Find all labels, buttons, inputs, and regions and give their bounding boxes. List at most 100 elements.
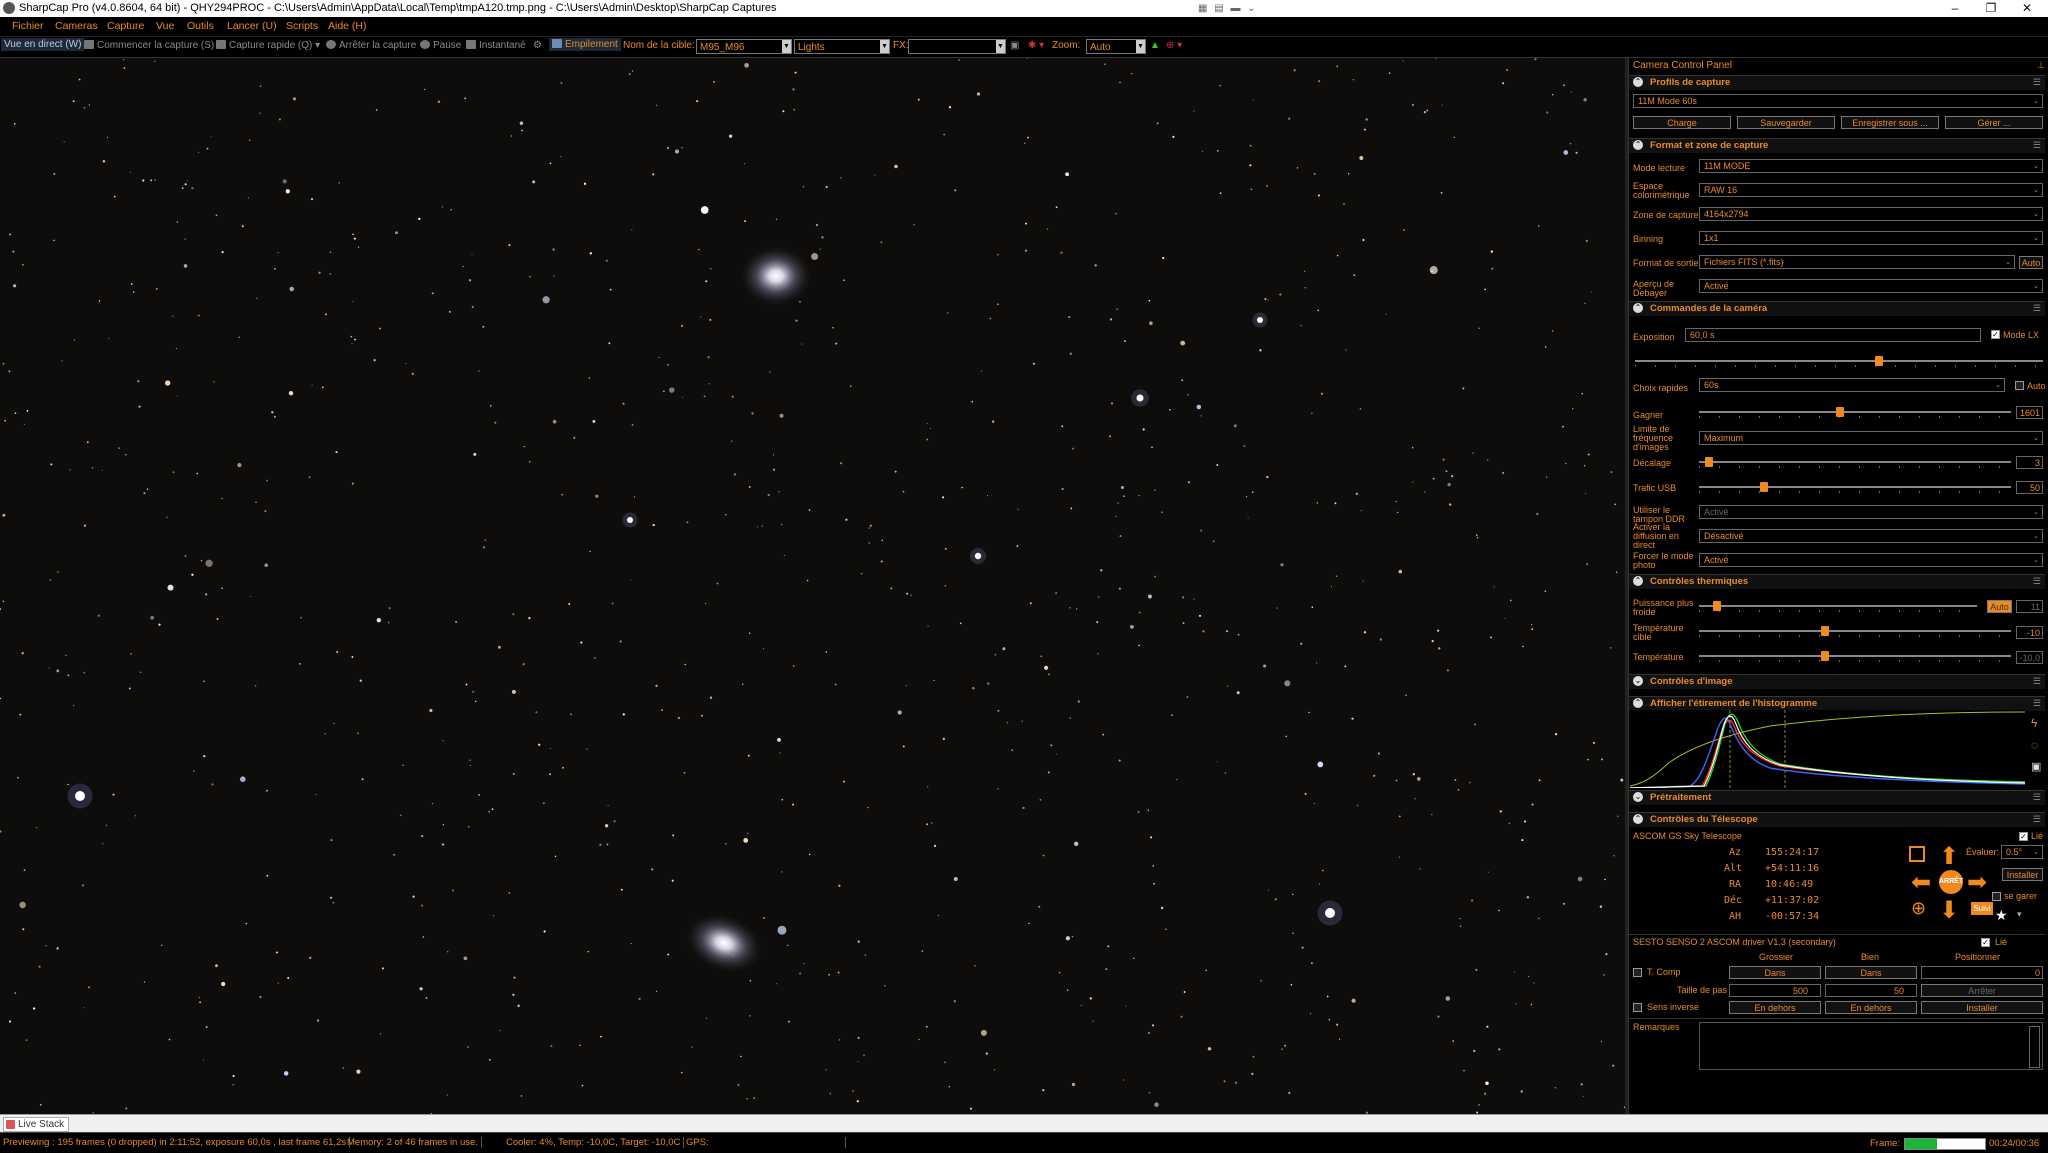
- histogram-chart[interactable]: [1629, 710, 2026, 789]
- telescope-linked-checkbox[interactable]: ✓: [2019, 832, 2028, 841]
- arrow-up-icon[interactable]: ⬆: [1939, 842, 1959, 871]
- menu-tools[interactable]: Outils: [187, 20, 214, 32]
- menu-help[interactable]: Aide (H): [328, 20, 367, 32]
- binning-select[interactable]: 1x1 ⌄: [1699, 231, 2043, 245]
- notes-scrollbar[interactable]: [2029, 1026, 2040, 1068]
- manage-profile-button[interactable]: Gérer ...: [1945, 116, 2043, 129]
- quick-capture-button[interactable]: Capture rapide (Q) ▾: [216, 40, 320, 51]
- section-histogram[interactable]: ⌃ Afficher l'étirement de l'histogramme ☰: [1629, 696, 2045, 711]
- ddr-buffer-select[interactable]: Activé ⌄: [1699, 505, 2043, 519]
- color-space-select[interactable]: RAW 16 ⌄: [1699, 183, 2043, 197]
- rate-select[interactable]: 0.5° ⌄: [2001, 845, 2043, 859]
- live-stream-select[interactable]: Désactivé ⌄: [1699, 529, 2043, 543]
- focuser-install-button[interactable]: Installer: [1921, 1001, 2043, 1014]
- telescope-install-button[interactable]: Installer: [2002, 868, 2043, 881]
- focuser-linked-checkbox[interactable]: ✓: [1981, 938, 1990, 947]
- live-view-button[interactable]: Vue en direct (W): [1, 38, 85, 51]
- histogram-icon[interactable]: ▲: [1150, 40, 1160, 51]
- fine-step-input[interactable]: 50: [1825, 984, 1917, 997]
- reset-icon[interactable]: ◌: [2031, 738, 2038, 752]
- menu-capture[interactable]: Capture: [107, 20, 144, 32]
- arrow-right-icon[interactable]: ➡: [1967, 868, 1987, 897]
- save-as-profile-button[interactable]: Enregistrer sous ...: [1841, 116, 1939, 129]
- focuser-stop-button[interactable]: Arrêter: [1921, 984, 2043, 997]
- section-profiles[interactable]: ⌃ Profils de capture ☰: [1629, 75, 2045, 90]
- fps-limit-select[interactable]: Maximum ⌄: [1699, 431, 2043, 445]
- coarse-in-button[interactable]: Dans: [1729, 966, 1821, 979]
- read-mode-select[interactable]: 11M MODE ⌄: [1699, 159, 2043, 173]
- start-capture-button[interactable]: Commencer la capture (S): [84, 40, 214, 51]
- offset-slider[interactable]: [1699, 457, 2011, 468]
- star-icon[interactable]: ★: [1995, 907, 2008, 924]
- exposure-input[interactable]: 60,0 s: [1685, 328, 1981, 342]
- frame-type-select[interactable]: Lights ▼: [794, 39, 890, 54]
- pin-icon[interactable]: ⊥: [2037, 60, 2045, 71]
- reverse-checkbox[interactable]: [1633, 1003, 1642, 1012]
- target-temp-slider[interactable]: [1699, 626, 2011, 637]
- section-camera-controls[interactable]: ⌃ Commandes de la caméra ☰: [1629, 301, 2045, 316]
- gain-slider[interactable]: [1699, 407, 2011, 418]
- image-viewer[interactable]: [0, 58, 1625, 1114]
- pause-button[interactable]: Pause: [420, 40, 461, 51]
- park-checkbox[interactable]: [1992, 892, 2001, 901]
- tab-live-stack[interactable]: Live Stack: [3, 1117, 70, 1132]
- stop-slew-button[interactable]: ARRÊT: [1939, 870, 1963, 894]
- target-temp-value[interactable]: -10: [2016, 626, 2043, 639]
- menu-cameras[interactable]: Cameras: [55, 20, 98, 32]
- arrow-left-icon[interactable]: ⬅: [1911, 868, 1931, 897]
- zoom-tool-icon[interactable]: ⊕ ▾: [1166, 40, 1182, 51]
- offset-value[interactable]: 3: [2016, 456, 2043, 469]
- gain-value[interactable]: 1601: [2016, 406, 2043, 419]
- target-name-input[interactable]: M95_M96 ▼: [696, 39, 792, 54]
- save-icon[interactable]: ▣: [2031, 760, 2041, 773]
- fx-select[interactable]: ▼: [908, 39, 1006, 54]
- debayer-preview-select[interactable]: Activé ⌄: [1699, 279, 2043, 293]
- exposure-slider[interactable]: [1635, 356, 2043, 367]
- capture-area-select[interactable]: 4164x2794 ⌄: [1699, 207, 2043, 221]
- section-format[interactable]: ⌃ Format et zone de capture ☰: [1629, 138, 2045, 153]
- section-preprocessing[interactable]: ⌄ Prétraitement ☰: [1629, 790, 2045, 805]
- crosshair-target-icon[interactable]: ⊕: [1911, 898, 1926, 919]
- save-profile-button[interactable]: Sauvegarder: [1737, 116, 1835, 129]
- stacking-button[interactable]: Empilement: [549, 38, 621, 51]
- quick-auto-checkbox[interactable]: [2015, 381, 2024, 390]
- lightning-icon[interactable]: ϟ: [2031, 716, 2037, 730]
- coarse-step-input[interactable]: 500: [1729, 984, 1821, 997]
- tcomp-checkbox[interactable]: [1633, 968, 1642, 977]
- star-dropdown-icon[interactable]: ▾: [2017, 909, 2022, 920]
- lx-mode-checkbox[interactable]: ✓: [1991, 330, 2000, 339]
- stop-capture-button[interactable]: Arrêter la capture: [326, 40, 416, 51]
- close-button[interactable]: ✕: [2004, 0, 2048, 17]
- position-input[interactable]: 0: [1921, 966, 2043, 979]
- zoom-select[interactable]: Auto ▼: [1086, 39, 1146, 54]
- cooler-power-slider[interactable]: [1699, 601, 1977, 612]
- slew-window-icon[interactable]: [1909, 846, 1925, 862]
- snapshot-button[interactable]: Instantané: [466, 40, 526, 51]
- photo-mode-select[interactable]: Activé ⌄: [1699, 553, 2043, 567]
- quick-choice-select[interactable]: 60s ⌄: [1699, 378, 2005, 392]
- notes-textarea[interactable]: [1699, 1022, 2043, 1070]
- crosshair-icon[interactable]: ✱ ▾: [1028, 40, 1044, 51]
- usb-traffic-value[interactable]: 50: [2016, 481, 2043, 494]
- section-thermal[interactable]: ⌃ Contrôles thermiques ☰: [1629, 574, 2045, 589]
- arrow-down-icon[interactable]: ⬇: [1939, 896, 1959, 925]
- output-format-select[interactable]: Fichiers FITS (*.fits) ⌄: [1699, 255, 2015, 269]
- menu-view[interactable]: Vue: [156, 20, 174, 32]
- section-telescope[interactable]: ⌃ Contrôles du Télescope ☰: [1629, 812, 2045, 827]
- settings-icon[interactable]: ⚙: [533, 40, 542, 51]
- output-auto-button[interactable]: Auto: [2019, 256, 2043, 269]
- section-image-controls[interactable]: ⌄ Contrôles d'image ☰: [1629, 674, 2045, 689]
- title-toolbar-icons[interactable]: ▦ ▤ ▬ ⌄ ◌: [1198, 3, 1264, 25]
- menu-launch[interactable]: Lancer (U): [227, 20, 277, 32]
- load-profile-button[interactable]: Charge: [1633, 116, 1731, 129]
- profile-select[interactable]: 11M Mode 60s ⌄: [1633, 94, 2043, 108]
- menu-scripts[interactable]: Scripts: [286, 20, 318, 32]
- coarse-out-button[interactable]: En dehors: [1729, 1001, 1821, 1014]
- tracking-button[interactable]: Suivi: [1971, 902, 1993, 915]
- fine-out-button[interactable]: En dehors: [1825, 1001, 1917, 1014]
- usb-traffic-slider[interactable]: [1699, 482, 2011, 493]
- grid-icon[interactable]: ▣: [1010, 40, 1019, 51]
- cooler-auto-button[interactable]: Auto: [1987, 600, 2012, 613]
- menu-file[interactable]: Fichier: [12, 20, 44, 32]
- fine-in-button[interactable]: Dans: [1825, 966, 1917, 979]
